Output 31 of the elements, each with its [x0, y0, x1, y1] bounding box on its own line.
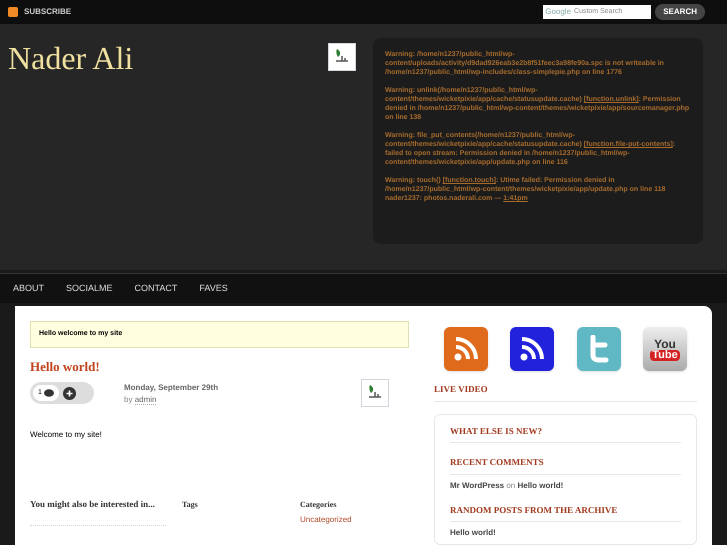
- comment-author-link[interactable]: Mr WordPress: [450, 480, 504, 490]
- random-post-link[interactable]: Hello world!: [450, 527, 681, 539]
- logo-icon: [328, 43, 356, 71]
- post-title: Hello world!: [30, 358, 101, 376]
- nav-link[interactable]: ABOUT: [13, 282, 44, 296]
- widget-heading: WHAT ELSE IS NEW?: [450, 424, 543, 438]
- feed-icon[interactable]: [510, 327, 554, 371]
- byline: by: [124, 395, 134, 404]
- site-title: Nader Ali: [8, 42, 134, 78]
- author-link[interactable]: admin: [134, 395, 156, 405]
- categories-heading: Categories: [300, 499, 338, 511]
- logo-icon: [361, 379, 389, 407]
- video-site-button[interactable]: You Tube: [642, 327, 687, 371]
- widget-heading: RECENT COMMENTS: [450, 456, 545, 469]
- nav-link[interactable]: FAVES: [199, 282, 228, 296]
- nav-link[interactable]: CONTACT: [134, 282, 178, 296]
- nav-link[interactable]: SOCIALME: [66, 282, 113, 296]
- subscribe-link[interactable]: SUBSCRIBE: [24, 6, 72, 18]
- plus-icon: [62, 386, 76, 400]
- tags-heading: Tags: [182, 499, 199, 511]
- bird-letter-icon[interactable]: [576, 327, 621, 371]
- search-brand: Google: [545, 6, 572, 18]
- widget-heading: RANDOM POSTS FROM THE ARCHIVE: [450, 504, 618, 516]
- comment-post-link[interactable]: Hello world!: [517, 480, 564, 490]
- post-date: Monday, September 29th: [124, 382, 218, 394]
- live-video-heading: LIVE VIDEO: [434, 383, 489, 396]
- on-text: on: [505, 480, 516, 490]
- category-link[interactable]: Uncategorized: [300, 514, 352, 526]
- post-body: Welcome to my site!: [30, 429, 103, 441]
- related-heading: You might also be interested in...: [30, 499, 156, 509]
- search-button[interactable]: SEARCH: [655, 4, 705, 20]
